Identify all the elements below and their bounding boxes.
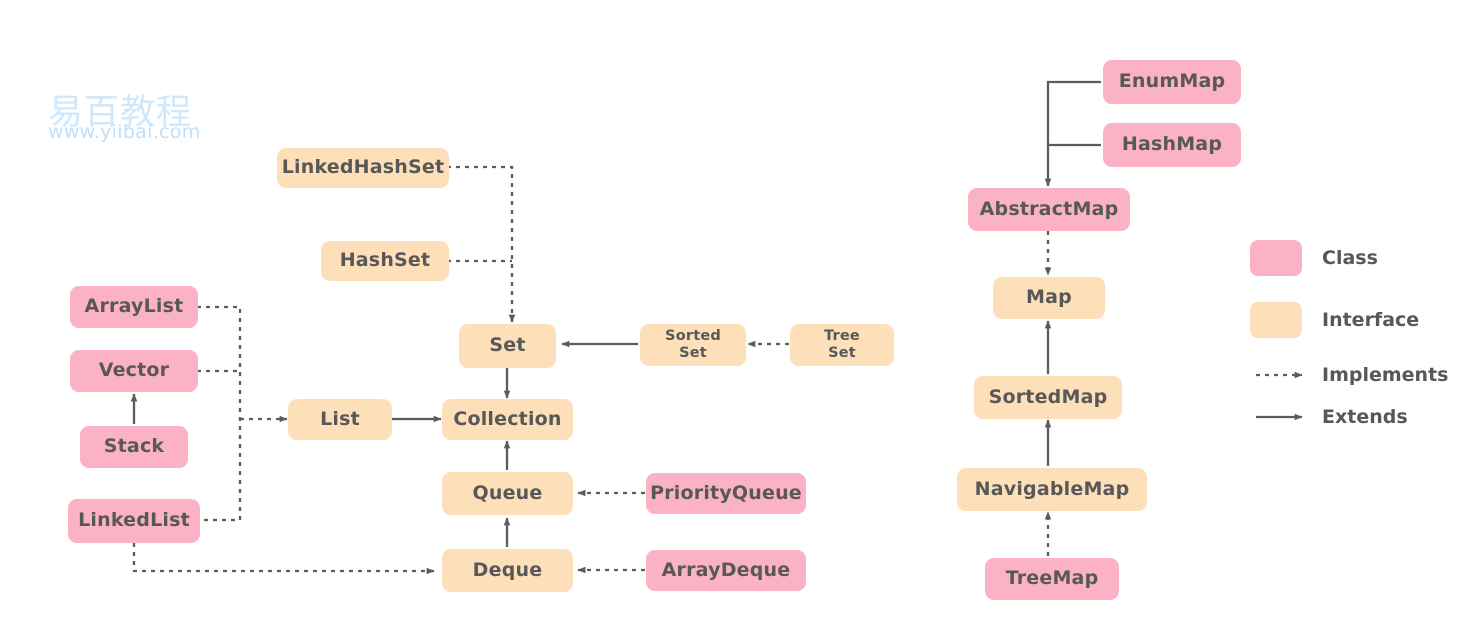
node-hashmap[interactable]: HashMap xyxy=(1103,123,1241,167)
legend-interface-swatch xyxy=(1250,302,1302,338)
node-collection[interactable]: Collection xyxy=(442,399,573,440)
node-hashset[interactable]: HashSet xyxy=(321,241,449,281)
node-set[interactable]: Set xyxy=(459,324,556,368)
node-linkedlist[interactable]: LinkedList xyxy=(68,499,200,543)
watermark-url: www.yiibai.com xyxy=(48,121,201,143)
node-sortedmap[interactable]: SortedMap xyxy=(974,376,1122,419)
legend-extends-label: Extends xyxy=(1322,406,1408,428)
node-navigablemap[interactable]: NavigableMap xyxy=(957,468,1147,511)
legend-class-label: Class xyxy=(1322,247,1378,269)
node-arraylist[interactable]: ArrayList xyxy=(70,286,198,328)
node-treemap[interactable]: TreeMap xyxy=(985,558,1119,600)
legend-interface-label: Interface xyxy=(1322,309,1420,331)
node-deque[interactable]: Deque xyxy=(442,549,573,592)
node-queue[interactable]: Queue xyxy=(442,472,573,515)
node-stack[interactable]: Stack xyxy=(80,426,188,468)
node-list[interactable]: List xyxy=(288,399,392,440)
node-enummap[interactable]: EnumMap xyxy=(1103,60,1241,104)
node-vector[interactable]: Vector xyxy=(70,350,198,392)
node-arraydeque[interactable]: ArrayDeque xyxy=(646,550,806,591)
node-priorityqueue[interactable]: PriorityQueue xyxy=(646,473,806,514)
node-map[interactable]: Map xyxy=(993,277,1105,319)
node-linkedhashset[interactable]: LinkedHashSet xyxy=(277,148,449,188)
node-abstractmap[interactable]: AbstractMap xyxy=(968,188,1130,231)
legend-class-swatch xyxy=(1250,240,1302,276)
node-treeset[interactable]: Tree Set xyxy=(790,324,894,366)
node-sortedset[interactable]: Sorted Set xyxy=(640,324,746,366)
diagram-canvas: 易百教程 www.yiibai.com ArrayList Vector Sta… xyxy=(0,0,1476,635)
legend-implements-label: Implements xyxy=(1322,364,1449,386)
